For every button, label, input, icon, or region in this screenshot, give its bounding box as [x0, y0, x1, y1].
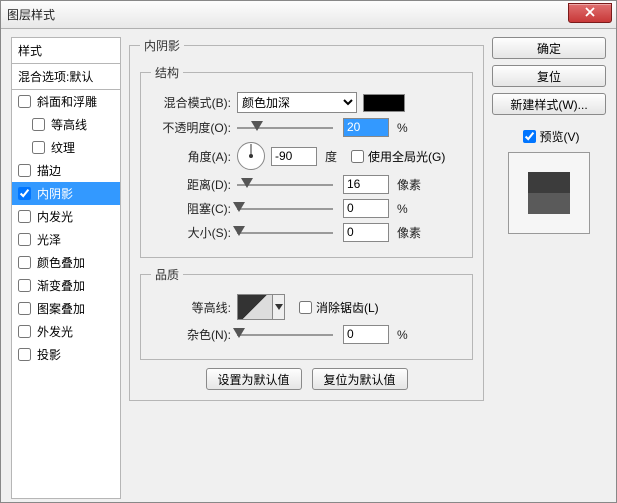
style-item-checkbox[interactable] [18, 348, 31, 361]
distance-input[interactable]: 16 [343, 175, 389, 194]
styles-panel: 样式 混合选项:默认 斜面和浮雕等高线纹理描边内阴影内发光光泽颜色叠加渐变叠加图… [11, 37, 121, 492]
style-item-label: 光泽 [37, 231, 61, 248]
style-item[interactable]: 光泽 [12, 228, 120, 251]
style-item-label: 内发光 [37, 208, 73, 225]
blending-options-header[interactable]: 混合选项:默认 [11, 64, 121, 90]
title-bar: 图层样式 [1, 1, 616, 29]
chevron-down-icon [275, 304, 283, 310]
style-item[interactable]: 纹理 [12, 136, 120, 159]
reset-default-button[interactable]: 复位为默认值 [312, 368, 408, 390]
style-item[interactable]: 投影 [12, 343, 120, 366]
opacity-label: 不透明度(O): [151, 119, 237, 136]
style-item-label: 图案叠加 [37, 300, 85, 317]
preview-box [508, 152, 590, 234]
right-panel: 确定 复位 新建样式(W)... 预览(V) [492, 37, 606, 234]
new-style-button[interactable]: 新建样式(W)... [492, 93, 606, 115]
style-item[interactable]: 内阴影 [12, 182, 120, 205]
style-item[interactable]: 斜面和浮雕 [12, 90, 120, 113]
styles-list: 斜面和浮雕等高线纹理描边内阴影内发光光泽颜色叠加渐变叠加图案叠加外发光投影 [11, 90, 121, 499]
style-item[interactable]: 描边 [12, 159, 120, 182]
style-item-checkbox[interactable] [18, 302, 31, 315]
choke-label: 阻塞(C): [151, 200, 237, 217]
opacity-unit: % [397, 121, 408, 135]
ok-button[interactable]: 确定 [492, 37, 606, 59]
style-item-checkbox[interactable] [18, 210, 31, 223]
angle-unit: 度 [325, 148, 337, 165]
layer-style-dialog: 图层样式 样式 混合选项:默认 斜面和浮雕等高线纹理描边内阴影内发光光泽颜色叠加… [0, 0, 617, 503]
style-item-checkbox[interactable] [18, 164, 31, 177]
distance-label: 距离(D): [151, 176, 237, 193]
quality-legend: 品质 [151, 266, 183, 283]
style-item-label: 渐变叠加 [37, 277, 85, 294]
inner-shadow-group: 内阴影 结构 混合模式(B): 颜色加深 不透明度(O): [129, 37, 484, 401]
style-item-label: 内阴影 [37, 185, 73, 202]
opacity-input[interactable]: 20 [343, 118, 389, 137]
close-button[interactable] [568, 3, 612, 23]
style-item-label: 纹理 [51, 139, 75, 156]
structure-group: 结构 混合模式(B): 颜色加深 不透明度(O): [140, 64, 473, 258]
noise-slider[interactable] [237, 326, 333, 344]
style-item-checkbox[interactable] [18, 233, 31, 246]
style-item-checkbox[interactable] [32, 118, 45, 131]
angle-label: 角度(A): [151, 148, 237, 165]
style-item-checkbox[interactable] [32, 141, 45, 154]
style-item-label: 投影 [37, 346, 61, 363]
style-item[interactable]: 外发光 [12, 320, 120, 343]
style-item-checkbox[interactable] [18, 279, 31, 292]
style-item-label: 等高线 [51, 116, 87, 133]
distance-slider[interactable] [237, 176, 333, 194]
styles-header[interactable]: 样式 [11, 37, 121, 64]
style-item[interactable]: 颜色叠加 [12, 251, 120, 274]
size-unit: 像素 [397, 224, 421, 241]
style-item-checkbox[interactable] [18, 256, 31, 269]
style-item[interactable]: 等高线 [12, 113, 120, 136]
blend-mode-label: 混合模式(B): [151, 94, 237, 111]
noise-unit: % [397, 328, 408, 342]
preview-thumbnail [528, 172, 570, 214]
structure-legend: 结构 [151, 64, 183, 81]
choke-unit: % [397, 202, 408, 216]
style-item-checkbox[interactable] [18, 95, 31, 108]
choke-input[interactable]: 0 [343, 199, 389, 218]
size-input[interactable]: 0 [343, 223, 389, 242]
distance-unit: 像素 [397, 176, 421, 193]
contour-label: 等高线: [151, 299, 237, 316]
angle-dial[interactable] [237, 142, 265, 170]
style-item[interactable]: 内发光 [12, 205, 120, 228]
size-label: 大小(S): [151, 224, 237, 241]
main-panel: 内阴影 结构 混合模式(B): 颜色加深 不透明度(O): [129, 37, 484, 492]
window-title: 图层样式 [7, 6, 55, 23]
quality-group: 品质 等高线: 消除锯齿(L) [140, 266, 473, 360]
blend-mode-select[interactable]: 颜色加深 [237, 92, 357, 113]
noise-input[interactable]: 0 [343, 325, 389, 344]
style-item-label: 外发光 [37, 323, 73, 340]
group-legend: 内阴影 [140, 37, 184, 54]
style-item[interactable]: 图案叠加 [12, 297, 120, 320]
close-icon [584, 6, 596, 18]
choke-slider[interactable] [237, 200, 333, 218]
style-item-checkbox[interactable] [18, 325, 31, 338]
contour-picker[interactable] [237, 294, 273, 320]
size-slider[interactable] [237, 224, 333, 242]
opacity-slider[interactable] [237, 119, 333, 137]
style-item[interactable]: 渐变叠加 [12, 274, 120, 297]
style-item-checkbox[interactable] [18, 187, 31, 200]
style-item-label: 描边 [37, 162, 61, 179]
contour-dropdown[interactable] [273, 294, 285, 320]
preview-checkbox[interactable]: 预览(V) [492, 127, 606, 146]
reset-button[interactable]: 复位 [492, 65, 606, 87]
set-default-button[interactable]: 设置为默认值 [206, 368, 302, 390]
global-light-checkbox[interactable]: 使用全局光(G) [347, 147, 445, 166]
antialias-checkbox[interactable]: 消除锯齿(L) [295, 298, 379, 317]
color-swatch[interactable] [363, 94, 405, 112]
style-item-label: 颜色叠加 [37, 254, 85, 271]
style-item-label: 斜面和浮雕 [37, 93, 97, 110]
angle-input[interactable]: -90 [271, 147, 317, 166]
noise-label: 杂色(N): [151, 326, 237, 343]
